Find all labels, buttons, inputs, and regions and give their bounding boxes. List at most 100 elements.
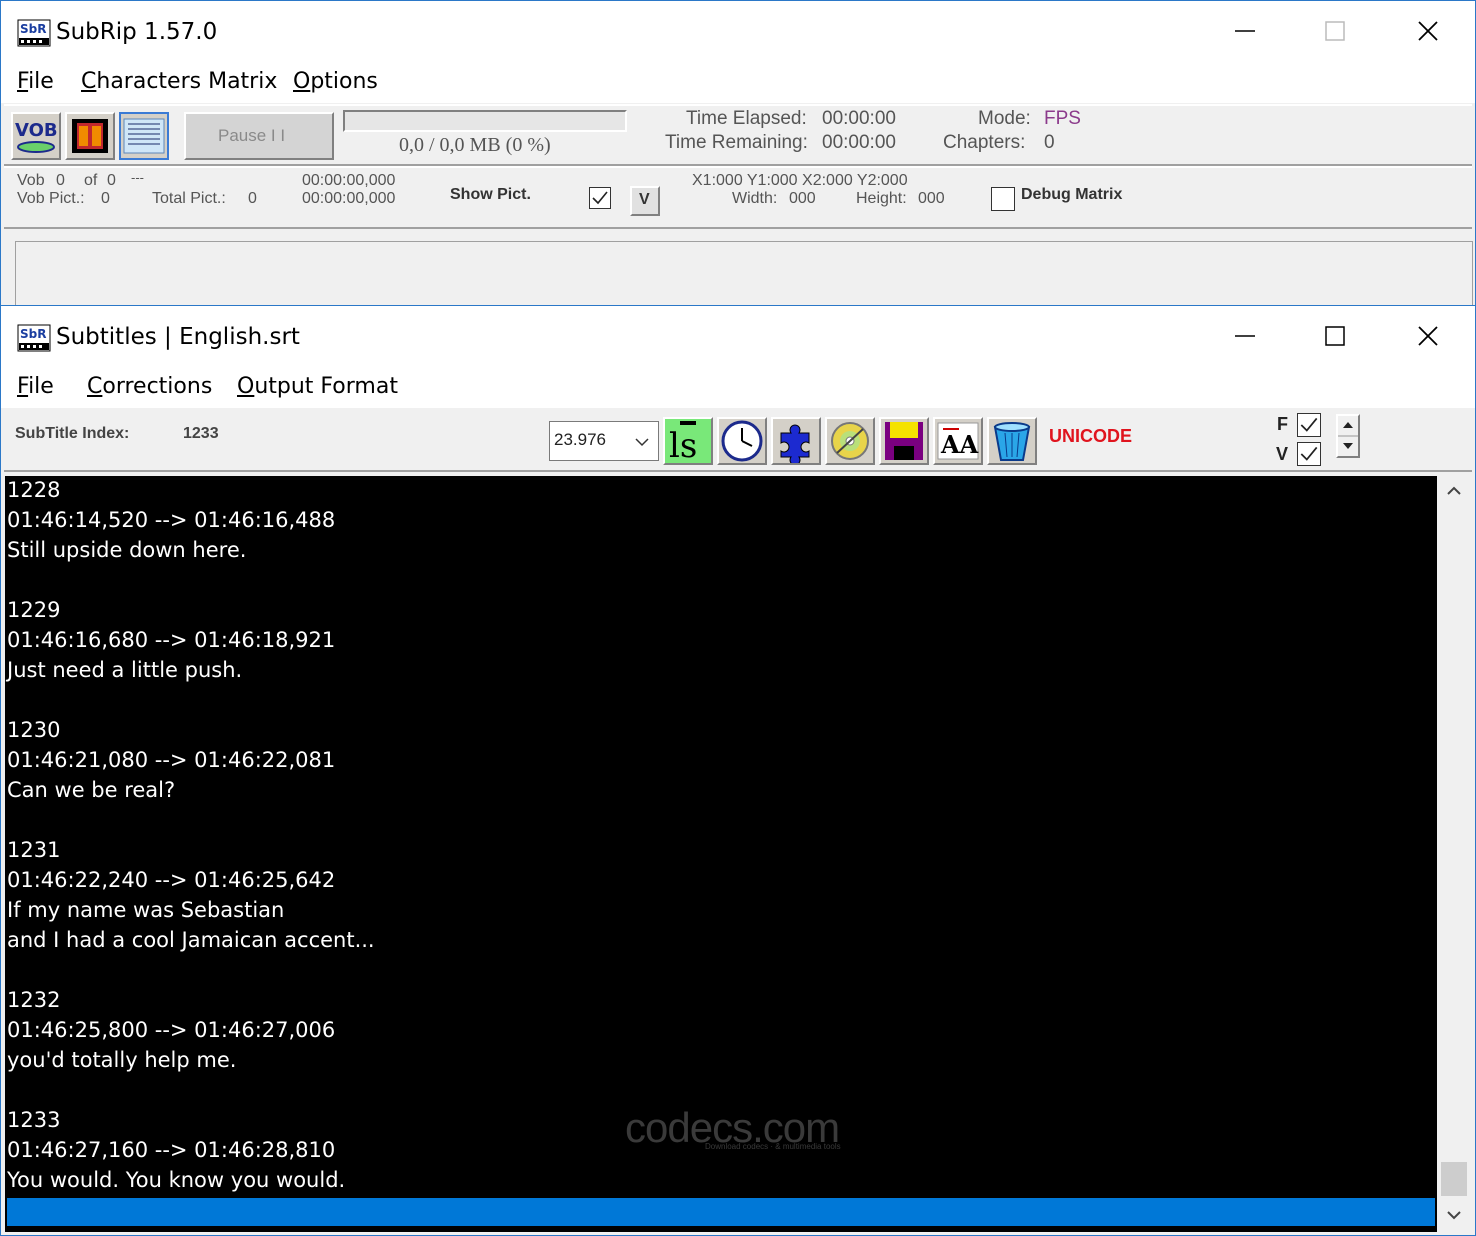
of-value: 0 — [107, 172, 116, 189]
f-label: F — [1277, 414, 1288, 434]
clear-button[interactable] — [987, 417, 1037, 465]
vob-pict-label: Vob Pict.: — [17, 190, 85, 207]
subtitle-line: 01:46:21,080 --> 01:46:22,081 — [7, 748, 336, 772]
of-label: of — [84, 172, 98, 189]
f-checkbox[interactable] — [1297, 413, 1321, 437]
vob-time-end: 00:00:00,000 — [302, 190, 396, 207]
app-icon: SbR — [17, 19, 51, 47]
film-button[interactable] — [65, 112, 115, 160]
v-button[interactable]: V — [630, 186, 660, 216]
subtitle-line: 01:46:16,680 --> 01:46:18,921 — [7, 628, 336, 652]
svg-text:VOB: VOB — [15, 120, 58, 141]
vob-value: 0 — [56, 172, 65, 189]
v-checkbox[interactable] — [1297, 442, 1321, 466]
timing-button[interactable] — [717, 417, 767, 465]
svg-text:SbR: SbR — [20, 22, 46, 36]
subtitle-line: Can we be real? — [7, 778, 176, 802]
subtitles-title-bar[interactable]: SbR Subtitles | English.srt — [1, 306, 1475, 366]
trash-bucket-icon — [993, 422, 1031, 461]
subtitle-line: 1230 — [7, 718, 61, 742]
show-pict-checkbox[interactable] — [589, 187, 611, 209]
progress-text: 0,0 / 0,0 MB (0 %) — [399, 134, 551, 156]
subtitle-index-value: 1233 — [183, 425, 219, 442]
matrix-button[interactable] — [119, 112, 169, 160]
time-remaining-value: 00:00:00 — [822, 132, 896, 153]
subtitle-line: 1228 — [7, 478, 61, 502]
subtitle-line: 01:46:14,520 --> 01:46:16,488 — [7, 508, 336, 532]
main-title-bar[interactable]: SbR SubRip 1.57.0 — [1, 1, 1475, 61]
maximize-button[interactable] — [1305, 11, 1365, 53]
menu-output-format[interactable]: Output Format — [237, 374, 398, 399]
matrix-icon — [123, 118, 165, 154]
chevron-down-icon — [635, 438, 649, 447]
font-button[interactable]: AA — [933, 417, 983, 465]
minimize-icon — [1235, 30, 1255, 32]
menu-characters-matrix[interactable]: Characters Matrix — [81, 69, 277, 94]
check-icon — [1300, 417, 1318, 432]
maximize-icon — [1325, 326, 1345, 346]
scroll-up-icon[interactable] — [1446, 484, 1462, 498]
time-remaining-label: Time Remaining: — [665, 132, 808, 153]
svg-text:AA: AA — [940, 430, 979, 459]
ls-icon: ls — [669, 421, 697, 466]
close-button[interactable] — [1398, 316, 1458, 358]
ls-button[interactable]: ls — [663, 417, 713, 466]
menu-file[interactable]: File — [17, 69, 54, 94]
main-toolbar: VOB Pause I I 0,0 / 0,0 MB (0 %) Time El… — [4, 104, 1472, 166]
index-spinner[interactable] — [1336, 414, 1360, 458]
debug-matrix-checkbox[interactable] — [991, 187, 1015, 211]
subtitle-line: 01:46:27,160 --> 01:46:28,810 — [7, 1138, 336, 1162]
subtitles-window-title: Subtitles | English.srt — [56, 324, 300, 350]
puzzle-button[interactable] — [771, 417, 821, 466]
disc-button[interactable] — [825, 417, 875, 465]
subtitle-line: 01:46:25,800 --> 01:46:27,006 — [7, 1018, 336, 1042]
show-pict-label: Show Pict. — [450, 186, 531, 203]
close-button[interactable] — [1398, 11, 1458, 53]
picture-panel — [15, 241, 1473, 307]
subtitle-index-label: SubTitle Index: — [15, 425, 130, 442]
total-pict-value: 0 — [248, 190, 257, 207]
pause-button[interactable]: Pause I I — [184, 112, 334, 160]
time-elapsed-label: Time Elapsed: — [686, 108, 807, 129]
menu-file[interactable]: File — [17, 374, 54, 399]
save-button[interactable] — [879, 417, 929, 465]
fps-select[interactable]: 23.976 — [549, 421, 659, 461]
maximize-button[interactable] — [1305, 316, 1365, 358]
open-vob-button[interactable]: VOB — [11, 112, 61, 160]
floppy-icon — [885, 422, 923, 460]
chapters-label: Chapters: — [943, 132, 1026, 153]
subtitle-line: You would. You know you would. — [7, 1168, 346, 1192]
subtitles-window: SbR Subtitles | English.srt File Correct… — [0, 305, 1476, 1236]
check-icon — [592, 191, 608, 205]
total-pict-label: Total Pict.: — [152, 190, 226, 207]
time-elapsed-value: 00:00:00 — [822, 108, 896, 129]
minimize-icon — [1235, 335, 1255, 337]
subtitle-line: Just need a little push. — [7, 658, 243, 682]
subtitles-menu-bar: File Corrections Output Format — [1, 366, 1475, 408]
subtitle-line: 1232 — [7, 988, 61, 1012]
subtitle-line: 1231 — [7, 838, 61, 862]
mode-value: FPS — [1044, 108, 1081, 129]
menu-options[interactable]: Options — [293, 69, 378, 94]
vob-label: Vob — [17, 172, 45, 189]
scroll-down-icon[interactable] — [1446, 1208, 1462, 1222]
font-aa-icon: AA — [937, 422, 979, 460]
selected-line — [7, 1198, 1435, 1226]
puzzle-icon — [780, 424, 810, 466]
svg-text:ls: ls — [669, 426, 697, 463]
subtitle-line: If my name was Sebastian — [7, 898, 285, 922]
subtitles-toolbar: SubTitle Index: 1233 23.976 ls AA UNICOD… — [4, 408, 1472, 472]
scrollbar-thumb[interactable] — [1441, 1162, 1467, 1196]
vob-info-bar: Vob 0 of 0 --- Vob Pict.: 0 Total Pict.:… — [4, 166, 1472, 229]
width-value: 000 — [789, 190, 816, 207]
menu-corrections[interactable]: Corrections — [87, 374, 212, 399]
subtitle-text-area[interactable]: codecs.com Download codecs · & multimedi… — [5, 476, 1437, 1232]
chapters-value: 0 — [1044, 132, 1055, 153]
minimize-button[interactable] — [1215, 316, 1275, 358]
vertical-scrollbar[interactable] — [1438, 476, 1470, 1232]
minimize-button[interactable] — [1215, 11, 1275, 53]
subtitle-line: and I had a cool Jamaican accent... — [7, 928, 375, 952]
maximize-icon — [1325, 21, 1345, 41]
vob-pict-value: 0 — [101, 190, 110, 207]
subtitle-line: Still upside down here. — [7, 538, 247, 562]
